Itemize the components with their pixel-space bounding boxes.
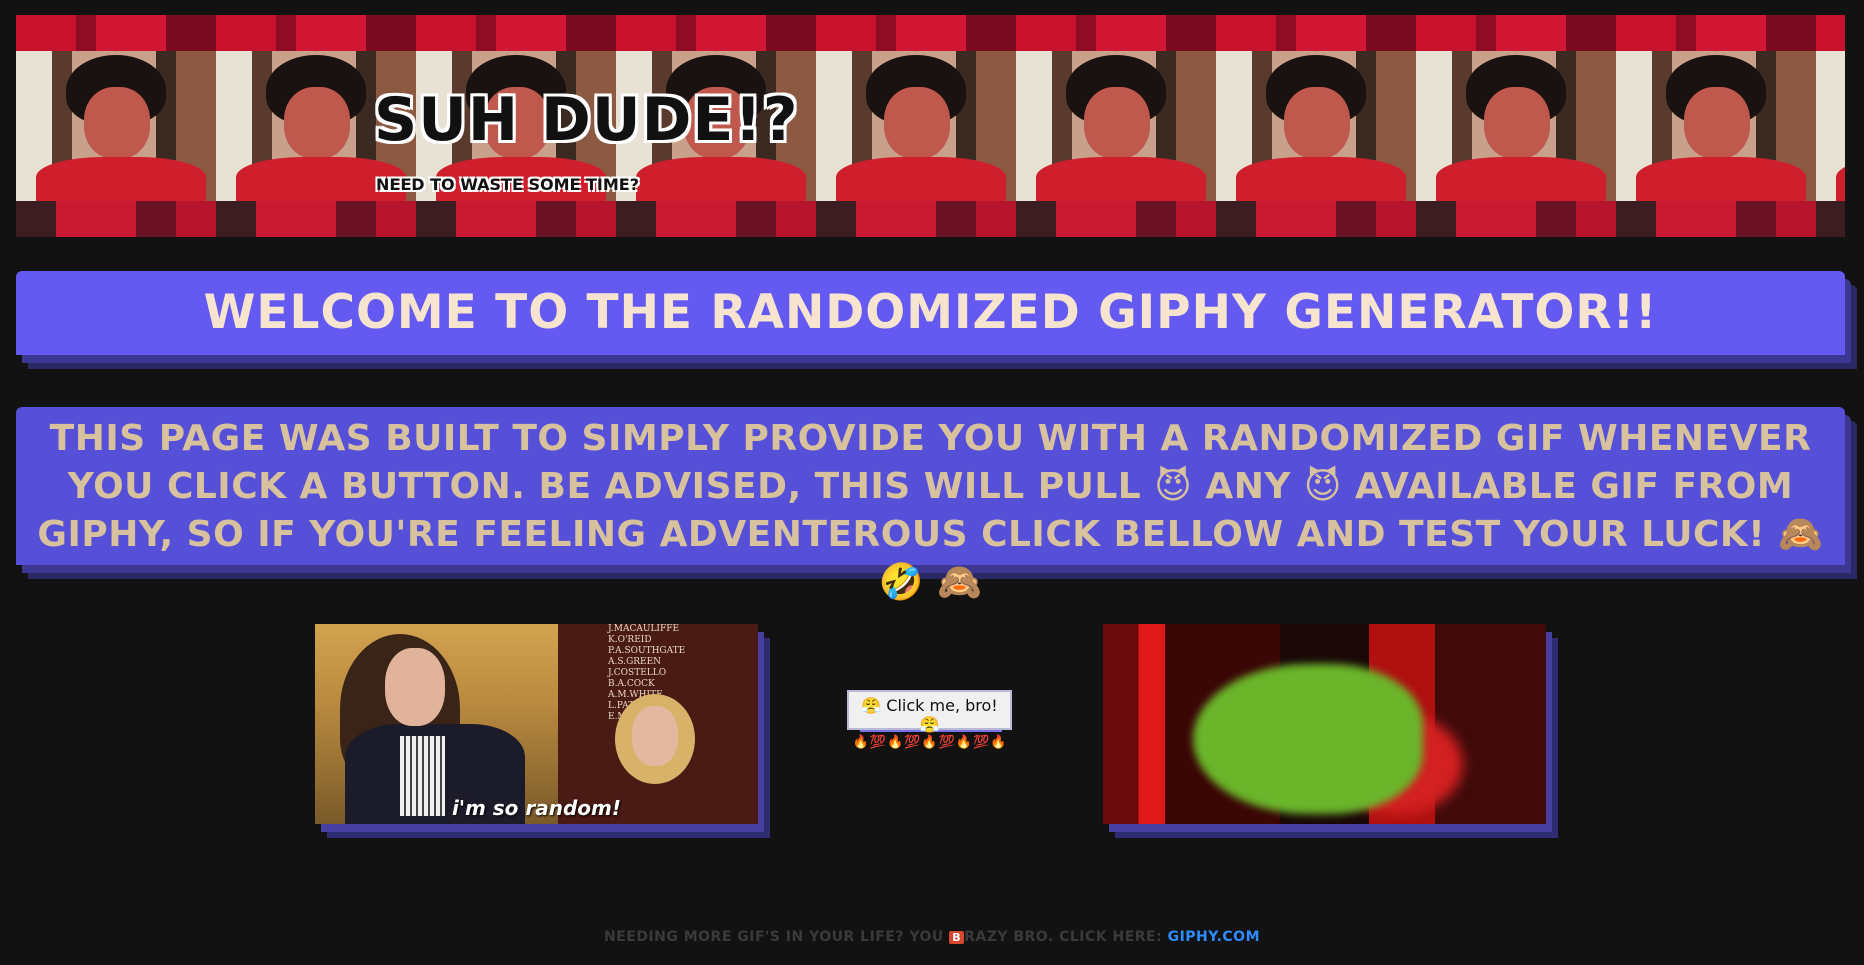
board-line: J.MACAULIFFE <box>608 624 680 634</box>
footer-lead-text: NEEDING MORE GIF'S IN YOUR LIFE? YOU <box>603 929 944 945</box>
banner-tile <box>1616 51 1816 207</box>
random-gif-button[interactable]: 😤 Click me, bro! 😤 <box>847 690 1012 734</box>
banner-tile <box>816 51 1016 207</box>
banner-tile <box>1816 51 1845 207</box>
board-line: P.A.SOUTHGATE <box>608 646 686 656</box>
header-banner: SUH DUDE!? NEED TO WASTE SOME TIME? <box>16 15 1845 237</box>
gif-left: J.MACAULIFFE K.O'REID P.A.SOUTHGATE A.S.… <box>315 624 758 824</box>
banner-tile <box>16 51 216 207</box>
gif-right <box>1103 624 1546 824</box>
board-line: A.S.GREEN <box>608 657 662 667</box>
giphy-link[interactable]: GIPHY.COM <box>1168 929 1260 945</box>
banner-top-band <box>16 15 1845 51</box>
info-text: THIS PAGE WAS BUILT TO SIMPLY PROVIDE YO… <box>37 418 1824 603</box>
banner-tile <box>1016 51 1216 207</box>
board-line: B.A.COCK <box>608 679 655 689</box>
b-emoji-badge: B <box>949 931 965 944</box>
welcome-panel: WELCOME TO THE RANDOMIZED GIPHY GENERATO… <box>16 271 1845 355</box>
board-line: J.COSTELLO <box>608 668 667 678</box>
banner-bottom-band <box>16 201 1845 237</box>
site-title: SUH DUDE!? <box>374 85 799 155</box>
site-subtitle: NEED TO WASTE SOME TIME? <box>376 175 639 194</box>
banner-tile <box>1416 51 1616 207</box>
footer: NEEDING MORE GIF'S IN YOUR LIFE? YOU B RA… <box>0 929 1864 945</box>
gif-blur-green <box>1193 664 1423 814</box>
banner-tile <box>1216 51 1416 207</box>
info-panel: THIS PAGE WAS BUILT TO SIMPLY PROVIDE YO… <box>16 407 1845 603</box>
gif-caption: i'm so random! <box>451 796 621 820</box>
person-face <box>385 648 445 726</box>
footer-mid-text: RAZY BRO. CLICK HERE: <box>964 929 1163 945</box>
welcome-heading: WELCOME TO THE RANDOMIZED GIPHY GENERATO… <box>203 285 1658 340</box>
board-line: K.O'REID <box>608 635 652 645</box>
banner-image-strip <box>16 51 1845 207</box>
emoji-row: 🔥💯🔥💯🔥💯🔥💯🔥 <box>852 735 1008 750</box>
person2-face <box>632 706 678 766</box>
